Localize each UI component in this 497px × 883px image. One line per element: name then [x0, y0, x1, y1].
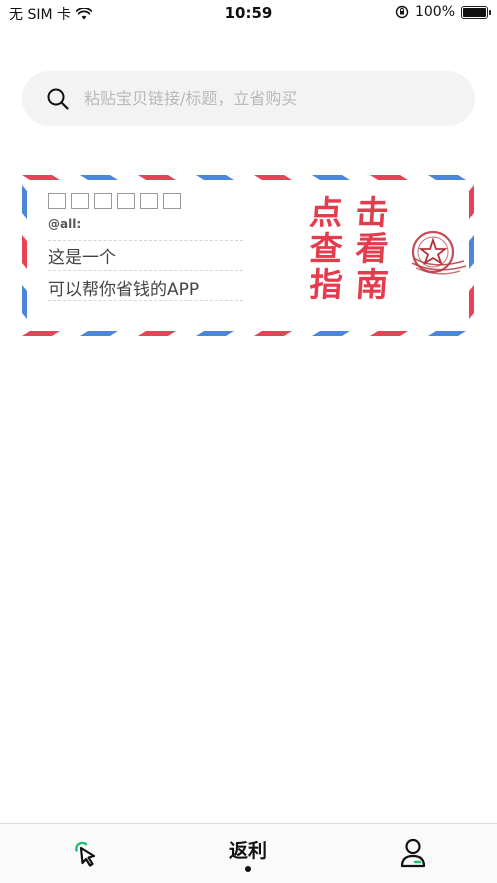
airmail-stripe	[22, 185, 27, 219]
airmail-stripe	[22, 235, 27, 269]
tab-selected-dot	[245, 866, 251, 872]
view-guide-text[interactable]: 点 击 查 看 指 南	[303, 193, 395, 304]
tab-guide[interactable]	[60, 824, 110, 883]
airmail-stripe	[22, 175, 60, 180]
airmail-stripe	[428, 175, 466, 180]
airmail-stripe	[196, 175, 234, 180]
airmail-stripe	[370, 175, 408, 180]
status-bar: 无 SIM 卡 10:59 100%	[0, 0, 497, 26]
airmail-stripe	[138, 175, 176, 180]
guide-char: 南	[354, 265, 390, 304]
airmail-stripe	[469, 185, 474, 219]
tab-rebate[interactable]: 返利	[213, 824, 283, 883]
guide-envelope-card[interactable]: @all: 这是一个 可以帮你省钱的APP 点 击 查 看 指 南	[20, 173, 476, 338]
airmail-stripe	[138, 331, 176, 336]
airmail-stripe	[254, 331, 292, 336]
battery-icon	[461, 5, 491, 19]
cursor-click-icon	[75, 841, 96, 867]
envelope-line-divider	[48, 211, 243, 241]
airmail-stripe	[80, 331, 118, 336]
search-input[interactable]	[84, 89, 444, 108]
guide-char: 指	[308, 265, 344, 304]
tab-mine[interactable]	[388, 824, 438, 883]
postcode-boxes	[48, 193, 181, 209]
airmail-stripe	[196, 331, 234, 336]
guide-char: 击	[354, 193, 390, 232]
search-bar[interactable]	[22, 71, 475, 126]
search-icon	[47, 88, 69, 110]
battery-percent: 100%	[414, 4, 455, 20]
airmail-stripe	[312, 331, 350, 336]
user-icon	[400, 838, 426, 868]
guide-char: 看	[354, 229, 390, 268]
airmail-stripe	[428, 331, 466, 336]
battery-group: 100%	[395, 4, 491, 20]
envelope-line-1: 这是一个	[48, 241, 243, 271]
airmail-stripe	[22, 331, 60, 336]
airmail-stripe	[22, 285, 27, 319]
airmail-stripe	[370, 331, 408, 336]
envelope-line-2: 可以帮你省钱的APP	[48, 271, 243, 301]
airmail-stripe	[469, 285, 474, 319]
airmail-stripe	[80, 175, 118, 180]
tab-bar: 返利	[0, 823, 497, 883]
airmail-stripe	[254, 175, 292, 180]
tab-rebate-label: 返利	[228, 840, 267, 862]
guide-char: 查	[308, 229, 344, 268]
airmail-stripe	[312, 175, 350, 180]
guide-char: 点	[308, 193, 344, 232]
postmark-stamp-icon	[411, 230, 467, 275]
orientation-lock-icon	[395, 5, 409, 19]
